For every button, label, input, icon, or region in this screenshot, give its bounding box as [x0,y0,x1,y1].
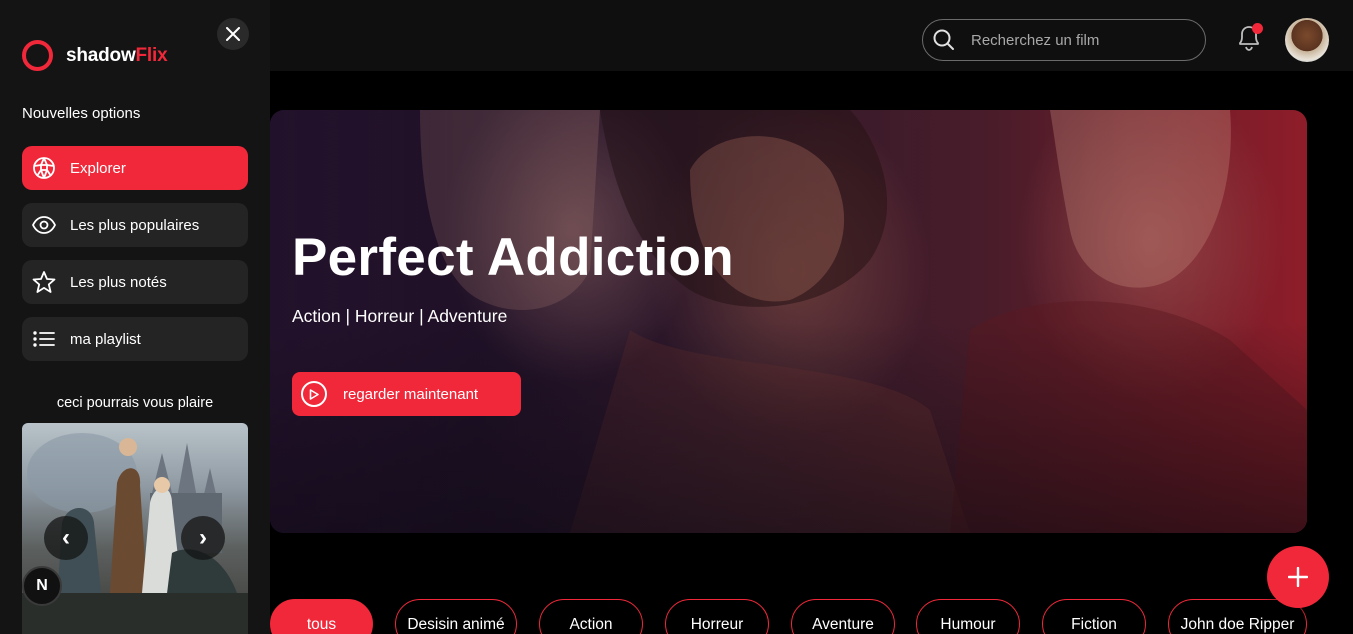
n-badge[interactable]: N [22,566,62,606]
play-icon [301,381,327,407]
sidebar-item-label: Les plus notés [70,273,167,291]
close-icon [226,27,240,41]
watch-now-label: regarder maintenant [343,385,479,403]
category-chip-humour[interactable]: Humour [916,599,1020,634]
sidebar-item-playlist[interactable]: ma playlist [22,317,248,361]
add-button[interactable] [1267,546,1329,608]
star-icon [32,270,56,294]
hero-genres: Action | Horreur | Adventure [292,306,508,326]
hero-title: Perfect Addiction [292,228,734,287]
category-chip-fiction[interactable]: Fiction [1042,599,1146,634]
logo-text: shadowFlix [66,44,168,67]
category-chip-action[interactable]: Action [539,599,643,634]
sidebar-item-label: Les plus populaires [70,216,200,234]
avatar[interactable] [1285,18,1329,62]
list-icon [32,327,56,351]
logo[interactable]: shadowFlix [22,40,168,71]
search-bar[interactable] [922,19,1206,61]
watch-now-button[interactable]: regarder maintenant [292,372,521,416]
category-chip-adventure[interactable]: Aventure [791,599,895,634]
hero-banner: Perfect Addiction Action | Horreur | Adv… [270,110,1307,533]
sidebar: shadowFlix Nouvelles options Explorer Le… [0,0,270,634]
compass-icon [32,156,56,180]
carousel-next-button[interactable]: › [181,516,225,560]
sidebar-item-explorer[interactable]: Explorer [22,146,248,190]
eye-icon [32,213,56,237]
close-sidebar-button[interactable] [217,18,249,50]
sidebar-item-label: Explorer [70,159,126,177]
sidebar-item-label: ma playlist [70,330,141,348]
topbar [270,0,1353,71]
category-chip-animation[interactable]: Desisin animé [395,599,517,634]
category-chip-all[interactable]: tous [270,599,373,634]
search-input[interactable] [971,31,1181,49]
notification-dot [1252,23,1263,34]
logo-ring-icon [22,40,53,71]
sidebar-item-popular[interactable]: Les plus populaires [22,203,248,247]
suggestion-poster[interactable]: ‹ › [22,423,248,634]
app-root: shadowFlix Nouvelles options Explorer Le… [0,0,1353,634]
logo-text-accent: Flix [135,44,168,66]
search-icon [933,29,954,50]
carousel-prev-button[interactable]: ‹ [44,516,88,560]
sidebar-item-top-rated[interactable]: Les plus notés [22,260,248,304]
plus-icon [1288,567,1308,587]
logo-text-main: shadow [66,44,136,66]
category-chip-horror[interactable]: Horreur [665,599,769,634]
sidebar-section-title: Nouvelles options [22,105,141,122]
suggestion-title: ceci pourrais vous plaire [56,395,214,411]
